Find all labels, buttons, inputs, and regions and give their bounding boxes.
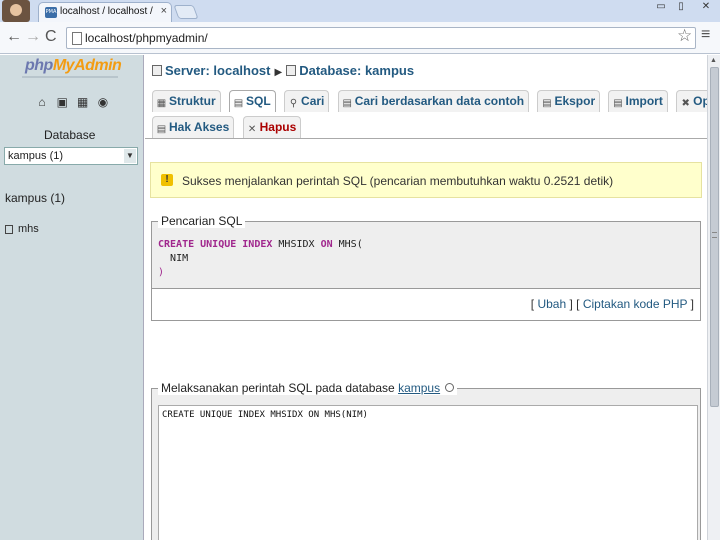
sql-index-name: MHSIDX [272, 239, 321, 250]
breadcrumb-separator-icon: ▶ [274, 67, 283, 78]
sql-query-legend: Pencarian SQL [158, 214, 246, 228]
window-maximize-button[interactable]: ▯ [671, 0, 691, 14]
tab-sql[interactable]: ▤ SQL [229, 90, 276, 112]
sql-query-textarea[interactable]: CREATE UNIQUE INDEX MHSIDX ON MHS(NIM) [158, 405, 698, 540]
sql-column: NIM [170, 253, 189, 264]
sql-table-name: MHS( [332, 239, 363, 250]
docs-icon[interactable]: ▦ [77, 96, 89, 109]
sql-query-panel: Pencarian SQL CREATE UNIQUE INDEX MHSIDX… [151, 214, 701, 289]
sql-keyword: CREATE UNIQUE INDEX [158, 239, 273, 250]
create-php-code-link[interactable]: Ciptakan kode PHP [583, 297, 688, 311]
run-sql-legend-text: Melaksanakan perintah SQL pada database [161, 381, 399, 395]
tab-label: Struktur [169, 94, 216, 108]
database-link[interactable]: kampus [398, 381, 440, 395]
tab-label: Ekspor [554, 94, 596, 108]
logo-php-text: php [25, 57, 53, 74]
breadcrumb-server[interactable]: Server: localhost [165, 63, 271, 78]
tab-import[interactable]: ▤ Import [608, 90, 668, 112]
scrollbar-thumb[interactable] [710, 67, 719, 407]
phpmyadmin-logo[interactable]: phpMyAdmin [25, 57, 122, 75]
sql-keyword-on: ON [320, 239, 333, 250]
tab-struktur[interactable]: ▦ Struktur [152, 90, 221, 112]
browser-titlebar: PMA localhost / localhost / kampus × ▭ ▯… [0, 0, 720, 22]
privileges-icon: ▤ [156, 124, 167, 135]
tab-label: Cari [301, 94, 325, 108]
tab-label: Import [625, 94, 663, 108]
database-tree-name[interactable]: kampus (1) [5, 191, 65, 205]
tab-title: localhost / localhost / kampus [60, 6, 156, 17]
operations-icon: ✖ [681, 98, 690, 109]
table-icon [5, 224, 13, 234]
reload-button[interactable]: C [45, 28, 57, 46]
sql-links: [ Ubah ] [ Ciptakan kode PHP ] [530, 297, 694, 311]
search-icon: ⚲ [289, 98, 298, 109]
window-close-button[interactable]: ✕ [693, 0, 719, 14]
sql-query-icon[interactable]: ▣ [56, 96, 68, 109]
forward-button[interactable]: → [25, 28, 41, 46]
notice-icon: ! [161, 174, 173, 186]
tab-hak-akses[interactable]: ▤ Hak Akses [152, 116, 235, 138]
scrollbar-grip [712, 232, 717, 238]
export-icon: ▤ [542, 98, 552, 109]
tab-label: Hapus [259, 120, 297, 134]
bookmark-star-icon[interactable]: ☆ [677, 26, 692, 46]
logo-divider [22, 76, 118, 78]
url-text[interactable]: localhost/phpmyadmin/ [85, 31, 208, 45]
tab-ekspor[interactable]: ▤ Ekspor [537, 90, 601, 112]
new-tab-button[interactable] [173, 5, 199, 19]
tab-label: Hak Akses [169, 120, 230, 134]
profile-avatar[interactable] [2, 0, 30, 22]
sql-links-bar: [ Ubah ] [ Ciptakan kode PHP ] [151, 289, 701, 321]
tab-close-icon[interactable]: × [161, 5, 167, 17]
main-content: Server: localhost ▶ Database: kampus ▦ Stru… [145, 55, 720, 540]
sql-close-paren: ) [158, 267, 165, 278]
run-sql-legend: Melaksanakan perintah SQL pada database … [158, 381, 458, 395]
query-icon: ▤ [342, 98, 352, 109]
success-message: ! Sukses menjalankan perintah SQL (penca… [150, 162, 702, 198]
logo-myadmin-text: MyAdmin [52, 57, 122, 74]
address-bar[interactable]: localhost/phpmyadmin/ [66, 27, 696, 49]
run-sql-panel: Melaksanakan perintah SQL pada database … [151, 381, 701, 540]
server-icon [152, 65, 162, 76]
navigation-panel: phpMyAdmin ⌂ ▣ ▦ ◉ Database kampus (1) ▼… [0, 55, 144, 540]
quick-icons: ⌂ ▣ ▦ ◉ [36, 95, 114, 109]
table-item-mhs[interactable]: mhs [5, 223, 39, 235]
breadcrumb-database[interactable]: Database: kampus [299, 63, 414, 78]
sql-query-code: CREATE UNIQUE INDEX MHSIDX ON MHS( NIM ) [158, 238, 363, 280]
reload-icon[interactable]: ◉ [97, 96, 109, 109]
page-icon [72, 32, 82, 45]
drop-icon: ✕ [247, 124, 257, 135]
tabs-divider [145, 138, 707, 139]
tab-label: Cari berdasarkan data contoh [354, 94, 525, 108]
tab-query-by-example[interactable]: ▤ Cari berdasarkan data contoh [337, 90, 530, 112]
tab-label: SQL [246, 94, 271, 108]
table-item-label: mhs [18, 223, 39, 235]
tabs-row-2: ▤ Hak Akses ✕ Hapus [152, 116, 306, 138]
window-minimize-button[interactable]: ▭ [651, 0, 671, 14]
tabs-row-1: ▦ Struktur ▤ SQL ⚲ Cari ▤ Cari berdasarkan d… [152, 90, 720, 112]
home-icon[interactable]: ⌂ [36, 96, 48, 109]
success-text: Sukses menjalankan perintah SQL (pencari… [182, 174, 614, 188]
back-button[interactable]: ← [6, 28, 22, 46]
import-icon: ▤ [613, 98, 623, 109]
page-scrollbar[interactable]: ▲ [707, 55, 720, 540]
chevron-down-icon[interactable]: ▼ [124, 149, 136, 163]
database-select[interactable]: kampus (1) ▼ [4, 147, 138, 165]
scroll-up-icon[interactable]: ▲ [710, 57, 717, 64]
phpmyadmin-favicon-icon: PMA [45, 7, 57, 18]
browser-toolbar: ← → C localhost/phpmyadmin/ [0, 22, 720, 54]
chrome-menu-icon[interactable]: ≡ [701, 26, 710, 44]
help-icon[interactable] [445, 383, 455, 392]
database-icon [286, 65, 297, 76]
breadcrumb: Server: localhost ▶ Database: kampus [152, 63, 414, 78]
database-label: Database [44, 128, 96, 142]
sql-icon: ▤ [233, 98, 244, 109]
browser-tab[interactable]: PMA localhost / localhost / kampus × [38, 2, 172, 22]
structure-icon: ▦ [156, 98, 167, 109]
tab-hapus[interactable]: ✕ Hapus [242, 116, 302, 138]
database-select-value: kampus (1) [8, 150, 64, 162]
tab-cari[interactable]: ⚲ Cari [284, 90, 330, 112]
edit-sql-link[interactable]: Ubah [537, 297, 566, 311]
